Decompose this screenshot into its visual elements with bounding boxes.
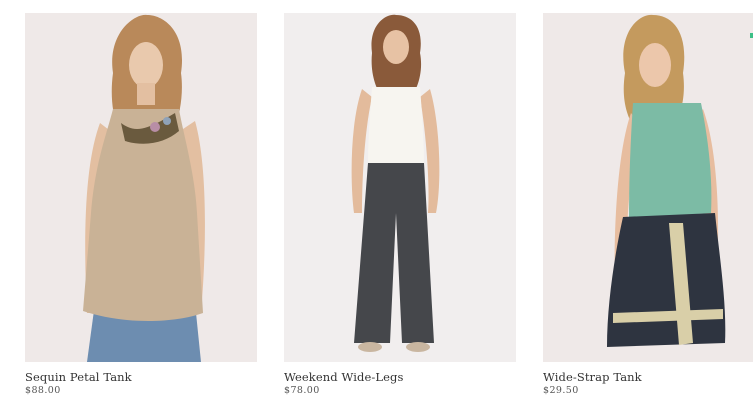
product-card-weekend-wide-legs[interactable]: Weekend Wide-Legs $78.00 bbox=[284, 13, 516, 396]
product-name[interactable]: Sequin Petal Tank bbox=[25, 371, 257, 384]
product-photo-weekend-wide-legs[interactable] bbox=[284, 13, 516, 362]
product-grid: Sequin Petal Tank $88.00 Weekend Wide-Le… bbox=[0, 0, 753, 405]
product-photo-wide-strap-tank[interactable] bbox=[543, 13, 753, 362]
model-photo-icon bbox=[284, 13, 516, 362]
model-photo-icon bbox=[25, 13, 257, 362]
product-photo-sequin-petal-tank[interactable] bbox=[25, 13, 257, 362]
product-card-wide-strap-tank[interactable]: Wide-Strap Tank $29.50 bbox=[543, 13, 753, 396]
product-price: $29.50 bbox=[543, 385, 579, 396]
product-price: $78.00 bbox=[284, 385, 320, 396]
product-name[interactable]: Weekend Wide-Legs bbox=[284, 371, 516, 384]
model-photo-icon bbox=[543, 13, 753, 362]
product-name[interactable]: Wide-Strap Tank bbox=[543, 371, 753, 384]
product-price: $88.00 bbox=[25, 385, 61, 396]
product-card-sequin-petal-tank[interactable]: Sequin Petal Tank $88.00 bbox=[25, 13, 257, 396]
